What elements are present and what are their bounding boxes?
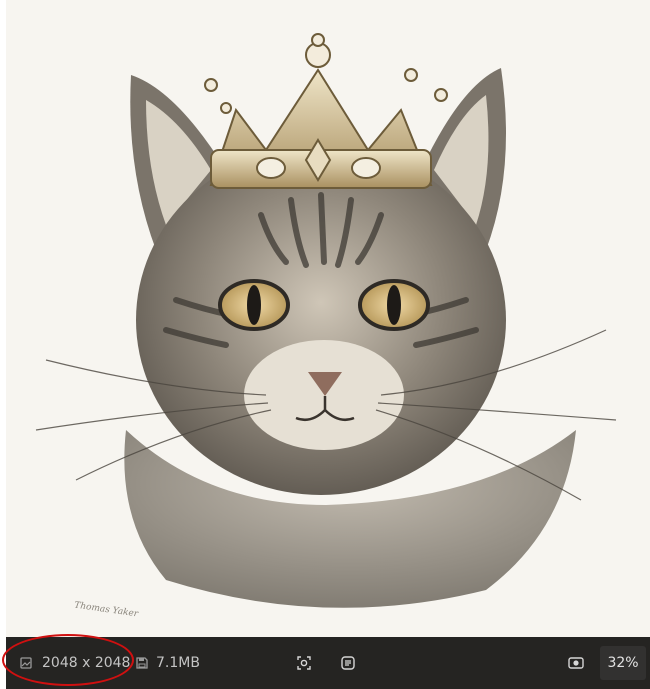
crown [204,33,448,189]
image-info-icon[interactable] [341,637,355,689]
status-bar: 2048 x 2048 7.1MB 32% [6,637,650,689]
zoom-level-button[interactable]: 32% [600,646,646,680]
fit-to-window-icon[interactable] [297,637,311,689]
floppy-disk-icon [136,637,148,689]
zoom-level-text: 32% [607,655,639,671]
image-viewer[interactable]: Thomas Yaker [6,0,650,637]
actual-size-icon[interactable] [568,637,584,689]
file-size-text: 7.1MB [156,655,200,671]
cat-drawing-image [35,33,617,608]
image-dimensions-icon [20,637,32,689]
image-dimensions-text: 2048 x 2048 [42,655,131,671]
